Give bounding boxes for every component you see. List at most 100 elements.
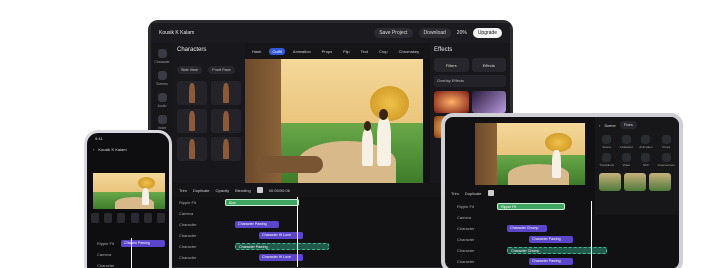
phone-timeline: Ripple Fit Chicken Pawing Camera Charact… <box>91 238 165 268</box>
character-icon[interactable] <box>157 49 167 58</box>
greenscreen-icon <box>661 153 671 162</box>
voice-icon[interactable] <box>157 115 167 124</box>
tablet-editor: ‹ Scene Fixes Scene Character Animation … <box>441 113 683 268</box>
tool-icon[interactable] <box>156 213 165 223</box>
timeline-clip[interactable]: Character Chomp <box>507 225 547 232</box>
playhead[interactable] <box>591 201 592 268</box>
scenes-icon[interactable] <box>157 71 167 80</box>
hay-bundle <box>369 86 409 121</box>
tool-props[interactable]: Props <box>319 48 335 55</box>
edit-toolbar: Hash Outfit Animation Props Flip Text Cr… <box>245 43 430 59</box>
phone-status-bar: 9:41 <box>87 133 169 143</box>
sfx-tool[interactable]: SFX <box>638 153 654 167</box>
timeline-clip[interactable]: Character Pawing <box>235 221 279 228</box>
timeline-clip[interactable]: Character Pawing <box>235 243 329 250</box>
zoom-level[interactable]: 20% <box>457 30 467 36</box>
upgrade-button[interactable]: Upgrade <box>472 28 502 38</box>
tool-text[interactable]: Text <box>358 48 371 55</box>
timeline-clip[interactable]: Kiwi <box>225 199 299 206</box>
save-project-button[interactable]: Save Project <box>374 28 413 38</box>
character-tile[interactable] <box>177 109 207 133</box>
play-icon[interactable] <box>256 187 263 193</box>
front-face-chip[interactable]: Front Face <box>208 66 235 74</box>
phone-editor: 9:41 ‹ Kousik K Kalam Ripple Fit Chicken… <box>84 130 172 268</box>
back-icon[interactable]: ‹ <box>93 147 94 152</box>
track-name: Camera <box>97 252 112 257</box>
timeline-clip[interactable]: Character Chomp <box>507 247 607 254</box>
video-icon <box>621 153 631 162</box>
timeline-clip[interactable]: Character Pawing <box>529 236 573 243</box>
character-tile[interactable] <box>211 81 241 105</box>
character-tile[interactable] <box>177 137 207 161</box>
blending-button[interactable]: Blending <box>235 188 251 193</box>
audio-icon[interactable] <box>157 93 167 102</box>
tool-outfit[interactable]: Outfit <box>269 47 285 55</box>
effects-title: Effects <box>434 47 453 53</box>
tool-icon[interactable] <box>104 213 113 223</box>
scene-canvas[interactable] <box>245 59 423 183</box>
tool-animation[interactable]: Animation <box>290 48 314 55</box>
duplicate-button[interactable]: Duplicate <box>193 188 210 193</box>
effect-thumb[interactable] <box>471 91 506 113</box>
tool-label: Transitions <box>599 163 615 167</box>
timeline-track: Camera <box>91 249 165 260</box>
scene-thumb[interactable] <box>624 173 646 191</box>
character-tool[interactable]: Character <box>619 135 635 149</box>
effects-tabs: Filters Effects <box>434 58 506 72</box>
tool-icon[interactable] <box>143 213 152 223</box>
tool-chromakey[interactable]: Chromakey <box>396 48 422 55</box>
fixes-chip[interactable]: Fixes <box>619 121 637 129</box>
download-button[interactable]: Download <box>418 28 451 38</box>
video-tool[interactable]: Video <box>619 153 635 167</box>
scene-tool[interactable]: Scene <box>599 135 615 149</box>
tablet-scene-canvas[interactable] <box>475 123 585 185</box>
playhead[interactable] <box>131 238 132 268</box>
scene-thumbnails <box>599 173 675 191</box>
effect-thumb[interactable] <box>434 91 469 113</box>
animation-tool[interactable]: Animation <box>638 135 654 149</box>
tool-flip[interactable]: Flip <box>340 48 352 55</box>
hay-bundle <box>137 176 155 189</box>
timeline-clip[interactable]: Chicken Pawing <box>121 240 165 247</box>
props-tool[interactable]: Props <box>658 135 675 149</box>
overlay-effects-item[interactable]: Overlay Effects <box>434 75 506 87</box>
greenscreen-tool[interactable]: Greenscreen <box>658 153 675 167</box>
tool-hash[interactable]: Hash <box>249 48 264 55</box>
filters-button[interactable]: Filters <box>434 58 469 72</box>
props-icon <box>661 135 671 144</box>
tool-crop[interactable]: Crop <box>376 48 391 55</box>
back-icon[interactable]: ‹ <box>599 123 600 128</box>
opacity-button[interactable]: Opacity <box>216 188 230 193</box>
side-panel-title: Scene <box>604 122 616 128</box>
child-figure[interactable] <box>362 128 374 166</box>
side-view-chip[interactable]: Side View <box>177 66 202 74</box>
scene-thumb[interactable] <box>599 173 621 191</box>
character-tile[interactable] <box>177 81 207 105</box>
effects-button[interactable]: Effects <box>471 58 506 72</box>
track-name: Character <box>179 233 197 238</box>
timeline-clip[interactable]: Ripple Fit <box>497 203 565 210</box>
scene-thumb[interactable] <box>649 173 671 191</box>
play-icon[interactable] <box>487 190 494 196</box>
character-icon <box>621 135 631 144</box>
timeline-clip[interactable]: Character Pawing <box>529 258 573 265</box>
character-tile[interactable] <box>211 109 241 133</box>
timeline-track: Character <box>91 260 165 268</box>
timeline-track: Character Character Pawing <box>451 256 673 267</box>
character-figure[interactable] <box>376 116 391 166</box>
tool-icon[interactable] <box>117 213 126 223</box>
tool-icon[interactable] <box>130 213 139 223</box>
duplicate-button[interactable]: Duplicate <box>465 191 482 196</box>
tablet-timeline: Ripple Fit Ripple Fit Camera Character C… <box>451 201 673 268</box>
playhead[interactable] <box>297 197 298 267</box>
character-tile[interactable] <box>211 137 241 161</box>
status-time: 9:41 <box>95 135 103 141</box>
trim-button[interactable]: Trim <box>179 188 187 193</box>
tool-icon[interactable] <box>91 213 99 223</box>
transitions-tool[interactable]: Transitions <box>599 153 615 167</box>
phone-scene-canvas[interactable] <box>93 173 165 209</box>
tool-label: SFX <box>642 163 649 167</box>
trim-button[interactable]: Trim <box>451 191 459 196</box>
rail-label: Audio <box>157 104 167 108</box>
timeline-track: Character Character Chomp <box>451 223 673 234</box>
